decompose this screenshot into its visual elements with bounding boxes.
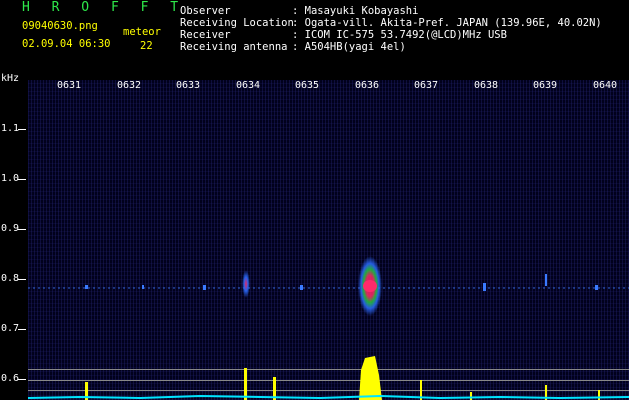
hrofft-window: H R O F F T 09040630.png 02.09.04 06:30 … [0, 0, 629, 400]
meteor-echo-small [242, 270, 250, 298]
ping-mark [203, 285, 206, 290]
ping-mark [483, 283, 486, 291]
ping-mark [85, 285, 88, 289]
ping-mark [595, 285, 598, 290]
activity-baseline [27, 394, 629, 400]
ping-mark [545, 274, 547, 286]
activity-bar [244, 368, 247, 400]
activity-bar [598, 390, 600, 400]
spectrogram-signals [27, 256, 629, 400]
ping-mark [142, 285, 144, 289]
meteor-echo-core [363, 280, 377, 292]
activity-bar [470, 392, 472, 400]
ping-mark [300, 285, 303, 290]
activity-peak [359, 356, 382, 400]
